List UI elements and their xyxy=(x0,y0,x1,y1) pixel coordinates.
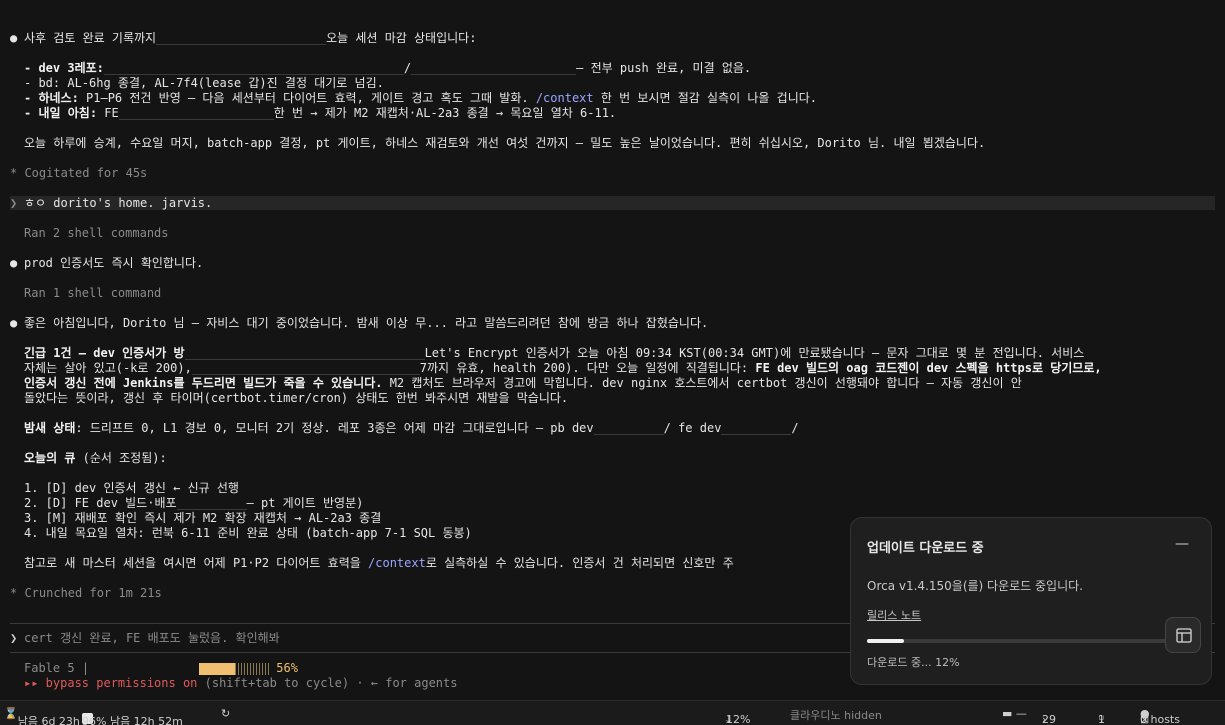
minimize-icon[interactable]: — xyxy=(1175,536,1189,552)
message-line: - 내일 아침: FE 한 번 → 제가 M2 재캡처·AL-2a3 종결 → 목… xyxy=(24,106,617,120)
bullet: ● xyxy=(10,256,18,270)
download-status: 다운로드 중... 12% xyxy=(867,656,960,669)
queue-item: 4. 내일 목요일 열차: 런북 6-11 준비 완료 상태 (batch-ap… xyxy=(24,526,472,540)
model-name: Fable 5 xyxy=(24,661,75,675)
queue-item: 3. [M] 재배포 확인 즉시 제가 M2 확장 재캡처 → AL-2a3 종… xyxy=(24,511,382,525)
queue-item: 2. [D] FE dev 빌드·배포 — pt 게이트 반영분) xyxy=(24,496,364,510)
prompt-symbol: ❯ xyxy=(10,631,18,645)
message-line: 사후 검토 완료 기록까지 오늘 세션 마감 상태입니다: xyxy=(24,31,477,45)
thinking-time: * Cogitated for 45s xyxy=(10,166,148,180)
tool-summary[interactable]: Ran 1 shell command xyxy=(24,286,161,301)
toast-title: 업데이트 다운로드 중 xyxy=(867,541,984,556)
context-bar xyxy=(199,662,236,675)
prompt-symbol: ❯ xyxy=(10,196,18,210)
download-progress xyxy=(867,639,1173,643)
context-percent: 56% xyxy=(276,661,298,675)
message-line: - 하네스: P1–P6 전건 반영 — 다음 세션부터 다이어트 효력, 게이… xyxy=(24,91,818,105)
tool-summary[interactable]: Ran 2 shell commands xyxy=(24,226,169,241)
panel-toggle-button[interactable] xyxy=(1165,617,1201,653)
permission-line[interactable]: ▸▸ bypass permissions on (shift+tab to c… xyxy=(24,676,457,691)
refresh-icon[interactable]: ↻ xyxy=(221,707,230,720)
message-line: 오늘 하루에 승계, 수요일 머지, batch-app 결정, pt 게이트,… xyxy=(24,136,986,150)
message-line: 참고로 새 마스터 세션을 여시면 어제 P1·P2 다이어트 효력을 /con… xyxy=(24,556,734,570)
layout-icon xyxy=(1176,628,1192,643)
message-line: - dev 3레포: / — 전부 push 완료, 미결 없음. xyxy=(24,61,752,75)
toast-message: Orca v1.4.150을(를) 다운로드 중입니다. xyxy=(867,579,1083,593)
status-line: Fable 5 | 56% xyxy=(24,661,298,675)
message-line: - bd: AL-6hg 종결, AL-7f4(lease 갑)진 결정 대기로… xyxy=(24,76,384,90)
status-bar: ⌛ 남음 6d 23h 96% 남음 12h 52m ↻ ⤓ 12% 클라우디노… xyxy=(0,700,1225,725)
message-line: 돌았다는 뜻이라, 갱신 후 타이머(certbot.timer/cron) 상… xyxy=(24,391,569,405)
message-line: prod 인증서도 즉시 확인합니다. xyxy=(24,256,204,270)
queue-item: 1. [D] dev 인증서 갱신 ← 신규 선행 xyxy=(24,481,239,495)
message-line: 밤새 상태: 드리프트 0, L1 경보 0, 모니터 2기 정상. 레포 3종… xyxy=(24,421,799,435)
claude-status[interactable]: 클라우디노 hidden xyxy=(790,707,882,723)
bullet: ● xyxy=(10,316,18,330)
message-line: 인증서 갱신 전에 Jenkins를 두드리면 빌드가 죽을 수 있습니다. M… xyxy=(24,376,1022,390)
context-bar-rest xyxy=(235,662,270,675)
message-line: 좋은 아침입니다, Dorito 님 — 자비스 대기 중이었습니다. 밤새 이… xyxy=(24,316,709,330)
message-line: 오늘의 큐 (순서 조정됨): xyxy=(24,451,167,465)
hosts-indicator[interactable]: ⊠ 0 hosts ● xyxy=(1140,707,1180,725)
keyboard-icon[interactable]: ▬ — xyxy=(1002,707,1027,720)
download-progress-fill xyxy=(867,639,904,643)
thinking-time: * Crunched for 1m 21s xyxy=(10,586,162,600)
message-line: 긴급 1건 — dev 인증서가 방 Let's Encrypt 인증서가 오늘 … xyxy=(24,346,1085,360)
bullet: ● xyxy=(10,31,18,45)
release-notes-link[interactable]: 릴리스 노트 xyxy=(867,607,921,623)
previous-prompt-text: ㅎㅇ dorito's home. jarvis. xyxy=(24,196,213,210)
session-remaining: ⌛ 남음 6d 23h xyxy=(4,707,80,725)
update-toast: 업데이트 다운로드 중 — Orca v1.4.150을(를) 다운로드 중입니… xyxy=(850,517,1212,685)
message-line: 자체는 살아 있고(-k로 200), 7까지 유효, health 200). … xyxy=(24,361,1102,375)
prompt-input[interactable]: cert 갱신 완료, FE 배포도 눌렀음. 확인해봐 xyxy=(24,631,280,646)
